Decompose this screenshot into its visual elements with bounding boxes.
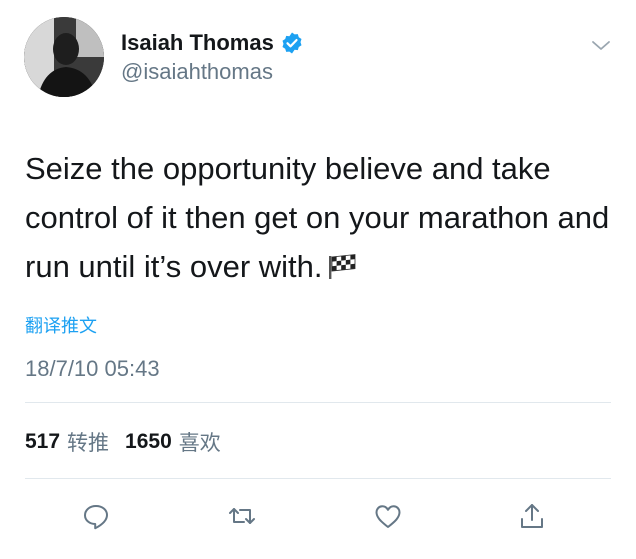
tweet-body: Seize the opportunity believe and take c… <box>25 151 610 284</box>
divider <box>25 478 611 479</box>
checkered-flag-icon <box>327 245 357 279</box>
share-button[interactable] <box>514 498 550 534</box>
name-row: Isaiah Thomas <box>121 28 304 58</box>
like-icon <box>375 505 401 528</box>
avatar[interactable] <box>24 17 104 97</box>
verified-badge-icon <box>280 31 304 55</box>
likes-count[interactable]: 1650 <box>125 430 172 454</box>
retweets-label[interactable]: 转推 <box>67 427 109 457</box>
likes-label[interactable]: 喜欢 <box>179 427 221 457</box>
reply-icon <box>84 505 108 530</box>
retweet-icon <box>229 508 255 524</box>
display-name[interactable]: Isaiah Thomas <box>121 30 274 56</box>
tweet-text: Seize the opportunity believe and take c… <box>25 144 621 291</box>
retweet-button[interactable] <box>224 498 260 534</box>
tweet-stats: 517 转推 1650 喜欢 <box>25 427 237 457</box>
like-button[interactable] <box>370 498 406 534</box>
tweet-timestamp[interactable]: 18/7/10 05:43 <box>25 356 160 382</box>
action-bar <box>0 490 636 544</box>
reply-button[interactable] <box>78 498 114 534</box>
chevron-down-icon[interactable] <box>590 38 612 54</box>
user-handle[interactable]: @isaiahthomas <box>121 59 273 85</box>
divider <box>25 402 611 403</box>
share-icon <box>521 504 543 528</box>
translate-tweet-link[interactable]: 翻译推文 <box>25 312 97 338</box>
retweets-count[interactable]: 517 <box>25 430 60 454</box>
